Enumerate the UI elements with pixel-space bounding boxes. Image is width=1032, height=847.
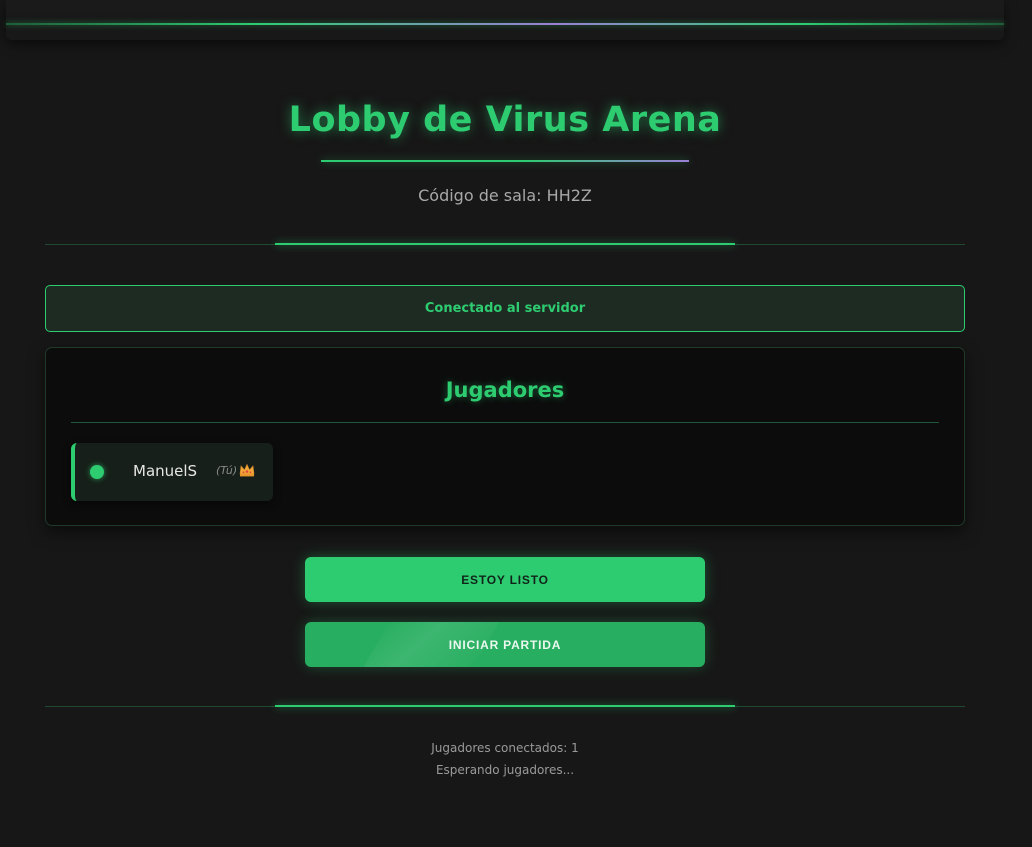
crown-icon bbox=[239, 463, 255, 477]
waiting-status: Esperando jugadores... bbox=[435, 763, 575, 777]
players-separator bbox=[71, 422, 939, 423]
start-game-button[interactable]: INICIAR PARTIDA bbox=[305, 622, 705, 667]
page-title: Lobby de Virus Arena bbox=[288, 100, 722, 140]
player-you-tag: (Tú) bbox=[216, 464, 238, 477]
connected-players-count: 1 bbox=[571, 741, 579, 755]
top-bar bbox=[6, 0, 1004, 40]
connection-status-text: Conectado al servidor bbox=[424, 301, 586, 316]
divider-bottom bbox=[45, 705, 965, 707]
player-card: ManuelS (Tú) bbox=[71, 443, 273, 501]
ready-button[interactable]: ESTOY LISTO bbox=[305, 557, 705, 602]
top-accent-line bbox=[6, 23, 1004, 25]
room-code: Código de sala: HH2Z bbox=[0, 186, 1010, 205]
room-code-label: Código de sala: bbox=[418, 186, 542, 205]
room-code-value: HH2Z bbox=[546, 186, 592, 205]
ready-button-label: ESTOY LISTO bbox=[461, 572, 549, 587]
divider-top bbox=[45, 243, 965, 245]
connected-players: Jugadores conectados: 1 bbox=[0, 741, 1010, 755]
connection-status: Conectado al servidor bbox=[45, 285, 965, 332]
players-panel: Jugadores ManuelS (Tú) bbox=[45, 347, 965, 526]
players-title: Jugadores bbox=[445, 378, 565, 402]
start-game-button-label: INICIAR PARTIDA bbox=[448, 637, 562, 652]
title-underline bbox=[321, 160, 689, 162]
connected-players-label: Jugadores conectados: bbox=[431, 741, 568, 755]
player-status-dot bbox=[90, 465, 104, 479]
lobby-page: Lobby de Virus Arena Código de sala: HH2… bbox=[0, 0, 1032, 847]
player-name: ManuelS bbox=[133, 462, 198, 480]
